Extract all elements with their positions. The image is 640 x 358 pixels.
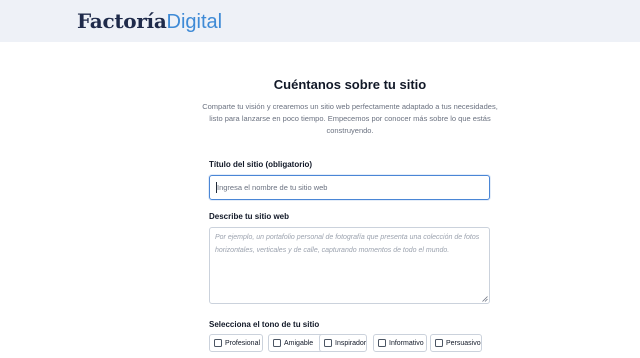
top-header: FactoríaDigital bbox=[0, 0, 640, 42]
tone-option-label: Inspirador bbox=[335, 339, 367, 347]
tone-option-inspirador[interactable]: Inspirador bbox=[319, 334, 367, 352]
brand-name-part1: Factoría bbox=[77, 9, 167, 33]
tone-option-profesional[interactable]: Profesional bbox=[209, 334, 263, 352]
checkbox[interactable] bbox=[378, 339, 386, 347]
brand-logo[interactable]: FactoríaDigital bbox=[77, 8, 222, 35]
tone-option-informativo[interactable]: Informativo bbox=[373, 334, 427, 352]
tone-option-amigable[interactable]: Amigable bbox=[268, 334, 324, 352]
tone-option-persuasivo[interactable]: Persuasivo bbox=[430, 334, 482, 352]
site-title-input[interactable] bbox=[209, 175, 490, 200]
tone-label: Selecciona el tono de tu sitio bbox=[209, 320, 320, 329]
tone-option-label: Amigable bbox=[284, 339, 314, 347]
text-caret bbox=[216, 182, 217, 193]
intro-section: Cuéntanos sobre tu sitio Comparte tu vis… bbox=[200, 76, 500, 137]
checkbox[interactable] bbox=[214, 339, 222, 347]
checkbox[interactable] bbox=[324, 339, 332, 347]
tone-option-label: Persuasivo bbox=[446, 339, 481, 347]
checkbox[interactable] bbox=[435, 339, 443, 347]
page-description: Comparte tu visión y crearemos un sitio … bbox=[202, 102, 498, 135]
tone-option-label: Profesional bbox=[225, 339, 261, 347]
tone-option-label: Informativo bbox=[389, 339, 424, 347]
site-description-label: Describe tu sitio web bbox=[209, 212, 290, 221]
resize-grip-icon[interactable] bbox=[482, 296, 488, 302]
checkbox[interactable] bbox=[273, 339, 281, 347]
site-description-textarea[interactable] bbox=[209, 227, 490, 304]
brand-name-part2: Digital bbox=[166, 11, 223, 33]
site-title-label: Título del sitio (obligatorio) bbox=[209, 160, 313, 169]
page-title: Cuéntanos sobre tu sitio bbox=[273, 77, 427, 92]
